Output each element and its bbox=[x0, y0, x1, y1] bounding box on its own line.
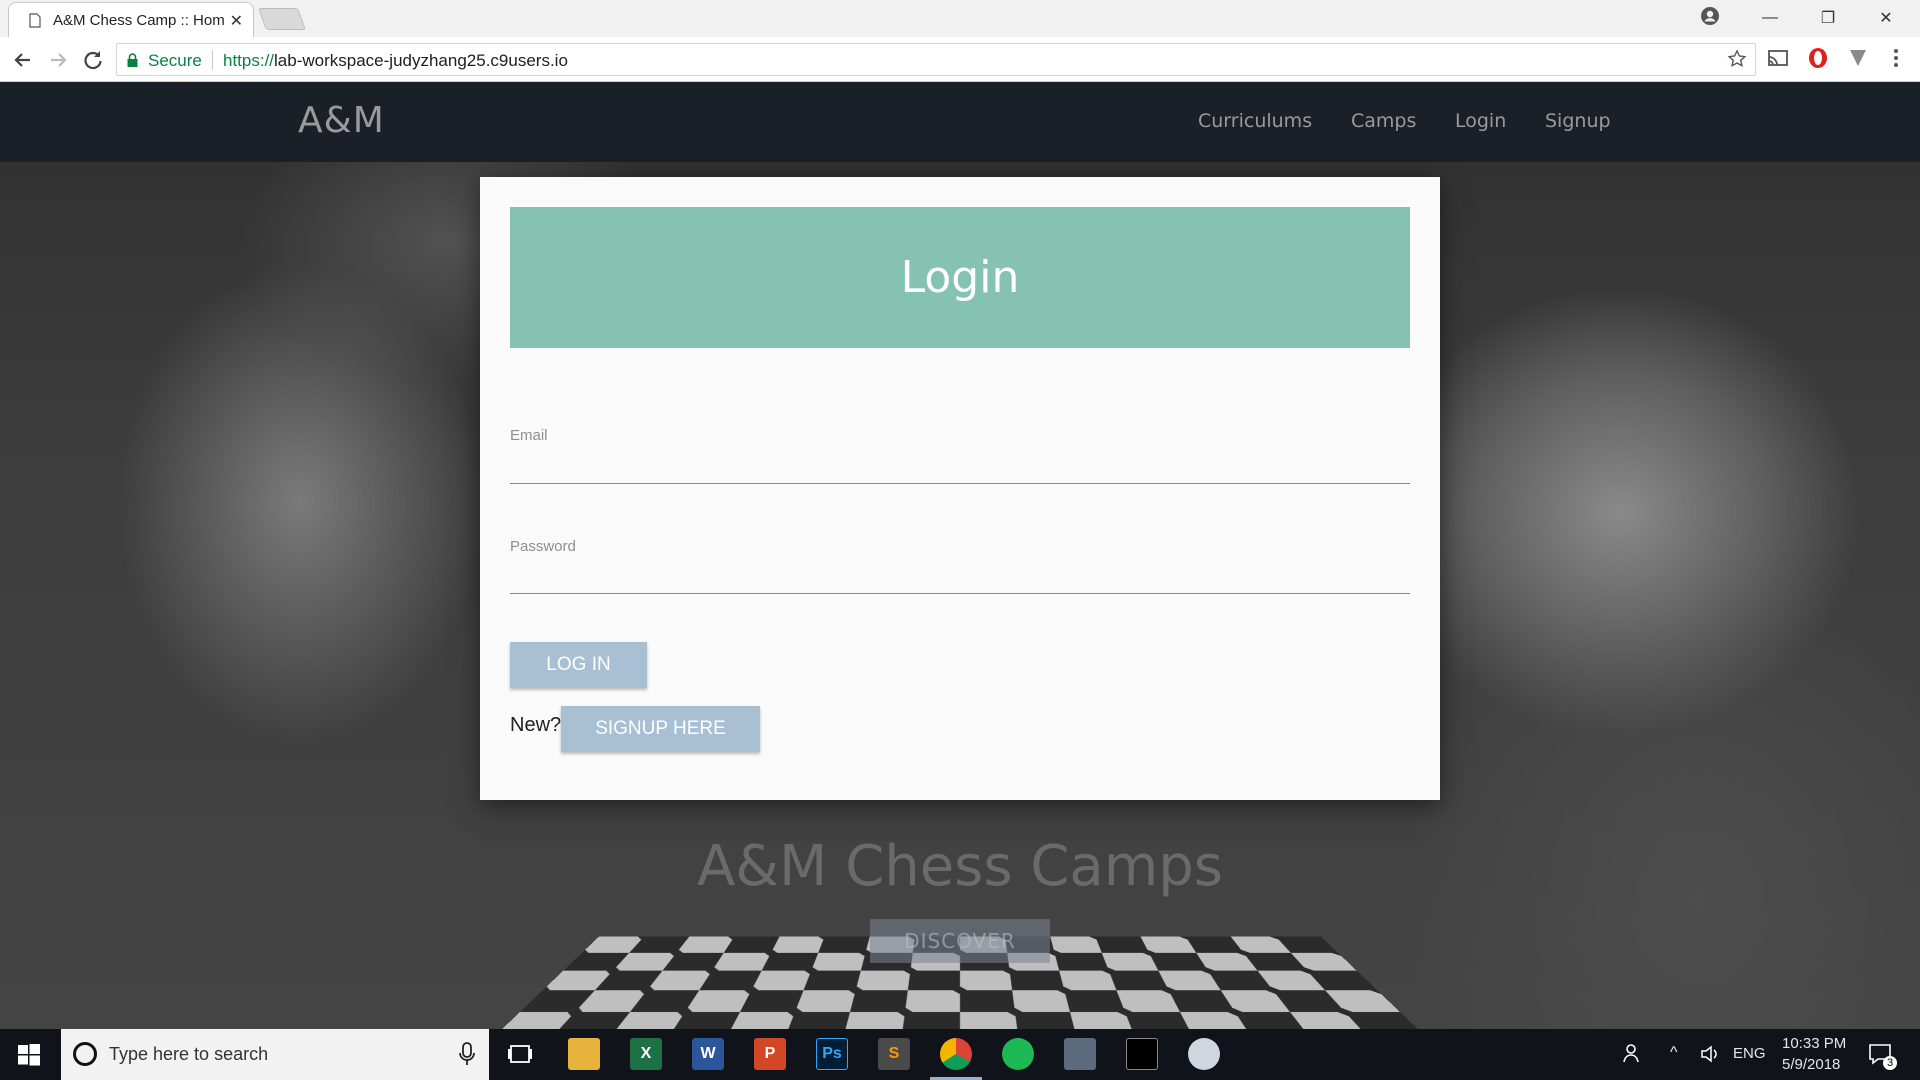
volume-icon[interactable] bbox=[1694, 1038, 1726, 1070]
terminal-icon[interactable] bbox=[1126, 1038, 1158, 1070]
restore-icon[interactable]: ❐ bbox=[1799, 0, 1857, 36]
windows-taskbar: Type here to search X W P Ps S ^ ENG 10:… bbox=[0, 1029, 1920, 1080]
paint-icon[interactable] bbox=[1188, 1038, 1220, 1070]
windows-start-icon[interactable] bbox=[18, 1044, 40, 1066]
forward-icon[interactable] bbox=[45, 47, 71, 73]
web-page: A&M Curriculums Camps Login Signup A&M C… bbox=[0, 82, 1920, 1029]
task-view-icon[interactable] bbox=[504, 1038, 536, 1070]
lock-icon bbox=[127, 53, 138, 67]
browser-toolbar: Secure https://lab-workspace-judyzhang25… bbox=[0, 37, 1920, 82]
word-icon[interactable]: W bbox=[692, 1038, 724, 1070]
address-bar[interactable]: Secure https://lab-workspace-judyzhang25… bbox=[116, 43, 1756, 76]
hero-title: A&M Chess Camps bbox=[697, 834, 1223, 899]
chrome-icon[interactable] bbox=[940, 1038, 972, 1070]
browser-tabstrip: A&M Chess Camp :: Hom ✕ — ❐ ✕ bbox=[0, 0, 1920, 37]
email-label: Email bbox=[510, 427, 548, 444]
password-field[interactable] bbox=[510, 556, 1410, 594]
language-indicator[interactable]: ENG bbox=[1733, 1045, 1766, 1062]
tray-chevron-icon[interactable]: ^ bbox=[1670, 1044, 1678, 1062]
menu-dots-icon[interactable] bbox=[1884, 46, 1908, 70]
photoshop-icon[interactable]: Ps bbox=[816, 1038, 848, 1070]
file-explorer-icon[interactable] bbox=[568, 1038, 600, 1070]
taskbar-search-box[interactable]: Type here to search bbox=[61, 1029, 489, 1080]
url-text: https://lab-workspace-judyzhang25.c9user… bbox=[223, 51, 568, 71]
profile-icon[interactable] bbox=[1700, 6, 1720, 26]
people-icon[interactable] bbox=[1618, 1038, 1650, 1070]
clock-date[interactable]: 5/9/2018 bbox=[1782, 1056, 1840, 1073]
page-icon bbox=[29, 13, 41, 28]
notification-count-badge: 3 bbox=[1883, 1056, 1897, 1070]
secure-label: Secure bbox=[148, 51, 202, 70]
login-modal: Login Email Password LOG IN New? SIGNUP … bbox=[480, 177, 1440, 800]
spotify-icon[interactable] bbox=[1002, 1038, 1034, 1070]
signup-here-button[interactable]: SIGNUP HERE bbox=[561, 706, 760, 752]
taskbar-search-placeholder: Type here to search bbox=[109, 1044, 269, 1064]
minimize-icon[interactable]: — bbox=[1741, 0, 1799, 36]
nav-link-login[interactable]: Login bbox=[1455, 110, 1506, 132]
new-user-text: New? bbox=[510, 714, 562, 736]
powerpoint-icon[interactable]: P bbox=[754, 1038, 786, 1070]
snipping-tool-icon[interactable] bbox=[1064, 1038, 1096, 1070]
nav-link-signup[interactable]: Signup bbox=[1545, 110, 1611, 132]
login-header: Login bbox=[510, 207, 1410, 348]
discover-button[interactable]: DISCOVER bbox=[870, 919, 1050, 963]
url-host: lab-workspace-judyzhang25.c9users.io bbox=[274, 51, 568, 70]
tab-title: A&M Chess Camp :: Hom bbox=[53, 12, 225, 29]
opera-icon[interactable] bbox=[1806, 46, 1830, 70]
password-label: Password bbox=[510, 538, 576, 555]
site-brand-logo[interactable]: A&M bbox=[298, 100, 385, 141]
omnibox-divider bbox=[212, 50, 213, 70]
browser-tab[interactable]: A&M Chess Camp :: Hom ✕ bbox=[8, 2, 254, 37]
cortana-icon bbox=[73, 1042, 97, 1066]
nav-link-camps[interactable]: Camps bbox=[1351, 110, 1416, 132]
tab-close-icon[interactable]: ✕ bbox=[230, 11, 243, 31]
vivaldi-v-icon[interactable] bbox=[1846, 46, 1870, 70]
login-button[interactable]: LOG IN bbox=[510, 642, 647, 688]
nav-link-curriculums[interactable]: Curriculums bbox=[1198, 110, 1312, 132]
site-navbar: A&M Curriculums Camps Login Signup bbox=[0, 82, 1920, 162]
email-field[interactable] bbox=[510, 446, 1410, 484]
microphone-icon[interactable] bbox=[459, 1042, 475, 1066]
reload-icon[interactable] bbox=[80, 47, 106, 73]
login-title: Login bbox=[900, 252, 1020, 303]
new-tab-button[interactable] bbox=[257, 8, 307, 30]
back-icon[interactable] bbox=[10, 47, 36, 73]
sublime-text-icon[interactable]: S bbox=[878, 1038, 910, 1070]
cast-icon[interactable] bbox=[1766, 46, 1790, 70]
clock-time[interactable]: 10:33 PM bbox=[1782, 1035, 1846, 1052]
url-scheme: https:// bbox=[223, 51, 275, 70]
close-window-icon[interactable]: ✕ bbox=[1857, 0, 1915, 36]
bookmark-star-icon[interactable] bbox=[1727, 49, 1747, 69]
excel-icon[interactable]: X bbox=[630, 1038, 662, 1070]
